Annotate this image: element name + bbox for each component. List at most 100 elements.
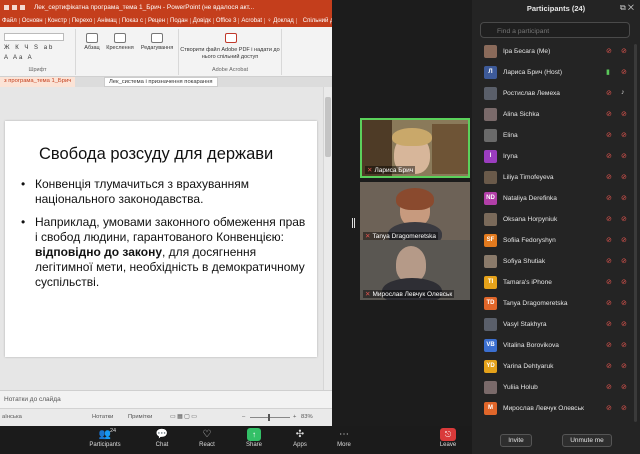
avatar bbox=[484, 87, 497, 100]
ribbon-tab[interactable]: Рецен bbox=[146, 17, 169, 24]
font-format-buttons[interactable]: Ж К Ч S ab bbox=[4, 45, 54, 51]
avatar: I bbox=[484, 150, 497, 163]
zoom-slider-knob[interactable] bbox=[268, 414, 270, 421]
participant-row[interactable]: Іра Бесага (Me) ⊘ ⊘ bbox=[472, 42, 632, 62]
participant-row[interactable]: TD Tanya Dragomeretska ⊘ ⊘ bbox=[472, 294, 632, 314]
mic-muted-icon: ⊘ bbox=[621, 363, 627, 370]
avatar: ND bbox=[484, 192, 497, 205]
paragraph-button[interactable]: Абзац bbox=[80, 33, 104, 51]
ppt-vertical-scrollbar[interactable] bbox=[323, 87, 332, 390]
zoom-slider[interactable] bbox=[250, 417, 290, 418]
mic-muted-icon: ⊘ bbox=[621, 384, 627, 391]
drawing-button[interactable]: Креслення bbox=[104, 33, 136, 51]
resize-handle[interactable] bbox=[352, 218, 355, 228]
participants-header: Participants (24) ⧉ ✕ bbox=[472, 0, 640, 16]
font-color-buttons[interactable]: A Aa A bbox=[4, 55, 34, 61]
participant-row[interactable]: I Iryna ⊘ ⊘ bbox=[472, 147, 632, 167]
zoom-level[interactable]: 83% bbox=[301, 414, 313, 420]
participants-icon: 👥 bbox=[98, 429, 112, 440]
participant-name: Іра Бесага (Me) bbox=[503, 48, 551, 55]
notes-toggle-button[interactable]: Нотатки bbox=[92, 414, 113, 420]
ribbon-tab[interactable]: Перехо bbox=[70, 17, 96, 24]
apps-icon: ✣ bbox=[295, 429, 305, 440]
ribbon-tab[interactable]: Анімац bbox=[95, 17, 120, 24]
quick-access-toolbar[interactable] bbox=[4, 4, 30, 10]
tile-name: Tanya Dragomeretska bbox=[372, 233, 437, 240]
participant-row[interactable]: VB Vitalina Borovikova ⊘ ⊘ bbox=[472, 336, 632, 356]
status-language: аїнська bbox=[2, 414, 22, 420]
ribbon-tab[interactable]: Показ с bbox=[120, 17, 146, 24]
chat-button[interactable]: 💬 Chat bbox=[150, 428, 174, 449]
video-tile[interactable]: ✕ Мирослав Левчук Олевськ bbox=[360, 240, 470, 300]
adobe-pdf-icon[interactable] bbox=[225, 33, 237, 45]
participant-row[interactable]: SF Sofiia Fedoryshyn ⊘ ⊘ bbox=[472, 231, 632, 251]
participant-row[interactable]: TI Tamara's iPhone ⊘ ⊘ bbox=[472, 273, 632, 293]
ribbon-tab[interactable]: Довідк bbox=[191, 17, 214, 24]
ribbon-tab[interactable]: Acrobat bbox=[239, 17, 266, 24]
video-tile-active-speaker[interactable]: ✕ Лариса Брич bbox=[360, 118, 470, 178]
participant-row[interactable]: Vasyl Stakhyra ⊘ ⊘ bbox=[472, 315, 632, 335]
popout-close-icons[interactable]: ⧉ ✕ bbox=[620, 3, 634, 13]
comments-toggle-button[interactable]: Примітки bbox=[128, 414, 152, 420]
notes-pane[interactable]: Нотатки до слайда bbox=[0, 390, 332, 408]
participant-row[interactable]: ND Nataliya Derefinka ⊘ ⊘ bbox=[472, 189, 632, 209]
video-off-icon: ⊘ bbox=[606, 363, 612, 370]
font-size-box[interactable] bbox=[4, 33, 64, 41]
zoom-out-icon[interactable]: – bbox=[242, 414, 245, 420]
mic-muted-icon: ⊘ bbox=[621, 321, 627, 328]
video-off-icon: ⊘ bbox=[606, 216, 612, 223]
panel-scrollbar[interactable] bbox=[634, 44, 637, 422]
create-adobe-pdf-button[interactable]: Створити файл Adobe PDF і надати до ньог… bbox=[179, 47, 281, 61]
tile-name: Лариса Брич bbox=[374, 167, 414, 174]
invite-button[interactable]: Invite bbox=[500, 434, 532, 447]
more-button[interactable]: ⋯ More bbox=[332, 428, 356, 449]
share-button[interactable]: ↑ Share bbox=[241, 428, 267, 449]
video-off-icon: ⊘ bbox=[606, 342, 612, 349]
participants-button[interactable]: 👥 24 Participants bbox=[88, 428, 122, 449]
participants-title: Participants (24) bbox=[526, 4, 586, 13]
participant-row[interactable]: Liliya Timofeyeva ⊘ ⊘ bbox=[472, 168, 632, 188]
participant-name: Vitalina Borovikova bbox=[503, 342, 559, 349]
participant-row[interactable]: Elina ⊘ ⊘ bbox=[472, 126, 632, 146]
ribbon-tab[interactable]: Констр bbox=[46, 17, 70, 24]
participant-search-input[interactable] bbox=[480, 22, 630, 38]
participant-name: Tanya Dragomeretska bbox=[503, 300, 568, 307]
document-tab[interactable]: Лек_система і призначення покарання bbox=[104, 77, 218, 87]
avatar: TD bbox=[484, 297, 497, 310]
ribbon-tab[interactable]: Основн bbox=[20, 17, 46, 24]
share-arrow-icon: ↑ bbox=[247, 428, 261, 441]
editing-button[interactable]: Редагування bbox=[138, 33, 176, 51]
participant-row[interactable]: Л Лариса Брич (Host) ▮ ⊘ bbox=[472, 63, 632, 83]
zoom-in-icon[interactable]: + bbox=[293, 414, 296, 420]
video-tile[interactable]: ✕ Tanya Dragomeretska bbox=[360, 182, 470, 242]
mic-muted-icon: ⊘ bbox=[621, 342, 627, 349]
chat-icon: 💬 bbox=[155, 429, 169, 440]
slide-canvas[interactable]: Свобода розсуду для держави • Конвенція … bbox=[5, 121, 317, 357]
mic-muted-icon: ⊘ bbox=[621, 111, 627, 118]
participant-row[interactable]: Sofiya Shutiak ⊘ ⊘ bbox=[472, 252, 632, 272]
ppt-title-bar: Лек_сертифікатна програма_тема 1_Брич - … bbox=[0, 0, 332, 14]
unmute-me-button[interactable]: Unmute me bbox=[562, 434, 612, 447]
participant-row[interactable]: Ростислав Лемеха ⊘ ♪ bbox=[472, 84, 632, 104]
leave-icon: ⎋ bbox=[440, 428, 456, 441]
ribbon-tab[interactable]: Office 3 bbox=[214, 17, 240, 24]
ribbon-tab[interactable]: Подан bbox=[168, 17, 191, 24]
document-tab-active[interactable]: з програма_тема 1_Брич bbox=[0, 77, 76, 87]
participant-row[interactable]: Yuliia Holub ⊘ ⊘ bbox=[472, 378, 632, 398]
participant-row[interactable]: YD Yarina Dehtyaruk ⊘ ⊘ bbox=[472, 357, 632, 377]
participant-row[interactable]: Alina Sichka ⊘ ⊘ bbox=[472, 105, 632, 125]
mic-muted-icon: ✕ bbox=[365, 233, 371, 240]
ribbon-tab[interactable]: ♀ Доклад bbox=[265, 17, 297, 24]
meeting-toolbar: 👥 24 Participants 💬 Chat ♡ React ↑ Share… bbox=[0, 426, 472, 454]
react-button[interactable]: ♡ React bbox=[194, 428, 220, 449]
leave-button[interactable]: ⎋ Leave bbox=[436, 428, 460, 449]
powerpoint-window: Лек_сертифікатна програма_тема 1_Брич - … bbox=[0, 0, 332, 426]
ribbon-tab[interactable]: Файл bbox=[0, 17, 20, 24]
participant-row[interactable]: Oksana Horpyniuk ⊘ ⊘ bbox=[472, 210, 632, 230]
mic-muted-icon: ⊘ bbox=[621, 237, 627, 244]
avatar: М bbox=[484, 402, 497, 415]
participant-row[interactable]: М Мирослав Левчук Олевськ ⊘ ⊘ bbox=[472, 399, 632, 419]
apps-button[interactable]: ✣ Apps bbox=[288, 428, 312, 449]
view-buttons[interactable]: ▭ ▦ ▢ ▭ bbox=[170, 414, 197, 420]
share-tab[interactable]: Спільний доступ bbox=[301, 18, 332, 24]
